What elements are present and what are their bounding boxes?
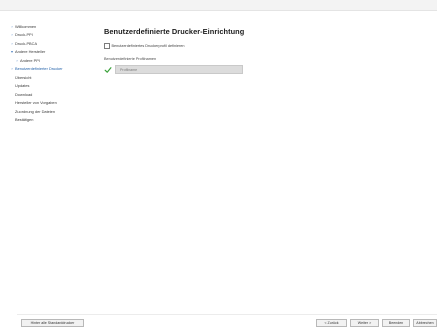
- wizard-content: Benutzerdefinierte Drucker-Einrichtung B…: [104, 27, 424, 74]
- chevron-down-icon: ▾: [10, 49, 13, 54]
- footer-divider: [17, 314, 437, 315]
- custom-profile-checkbox[interactable]: [104, 43, 110, 49]
- sidebar-item-overview[interactable]: Übersicht: [10, 73, 92, 81]
- back-button[interactable]: < Zurück: [316, 319, 347, 327]
- sidebar-item-label: Hersteller von Vorgaben: [15, 100, 57, 105]
- sidebar-item-label: Download: [15, 91, 33, 97]
- sidebar-item-label: Übersicht: [15, 74, 32, 80]
- profile-name-placeholder: Profilname: [120, 67, 138, 72]
- sidebar-item-confirm[interactable]: Bestätigen: [10, 116, 92, 124]
- custom-profile-checkbox-row[interactable]: Benutzerdefiniertes Druckerprofil defini…: [104, 42, 424, 50]
- chevron-right-icon: ›: [11, 32, 13, 37]
- chevron-right-icon: ›: [16, 57, 18, 63]
- sidebar-item-label: Willkommen: [15, 23, 37, 29]
- sidebar-item-label: Andere Hersteller: [15, 49, 46, 54]
- sidebar-item-print-pbca[interactable]: › Druck-PBCA: [10, 39, 92, 47]
- finish-button[interactable]: Beenden: [382, 319, 410, 327]
- sidebar-item-label: Updates: [15, 83, 30, 88]
- next-button[interactable]: Weiter >: [350, 319, 379, 327]
- sidebar-item-label: Benutzerdefinierter Drucker: [15, 66, 63, 71]
- sidebar-item-print-ppi[interactable]: › Druck-PPI: [10, 31, 92, 39]
- sidebar-item-custom-printer[interactable]: › Benutzerdefinierter Drucker: [10, 65, 92, 73]
- sidebar-item-label: Bestätigen: [15, 117, 34, 122]
- sidebar-item-download[interactable]: Download: [10, 90, 92, 98]
- sidebar-item-label: Andere PPI: [20, 57, 40, 63]
- sidebar-item-file-mapping[interactable]: Zuordnung der Dateien: [10, 107, 92, 115]
- chevron-right-icon: ›: [11, 40, 13, 46]
- sidebar-item-other-ppi[interactable]: › Andere PPI: [10, 56, 92, 64]
- sidebar-item-other-vendors[interactable]: ▾ Andere Hersteller: [10, 48, 92, 56]
- custom-profile-checkbox-label: Benutzerdefiniertes Druckerprofil defini…: [111, 44, 185, 48]
- page-title: Benutzerdefinierte Drucker-Einrichtung: [104, 27, 245, 36]
- sidebar-item-preset-vendors[interactable]: Hersteller von Vorgaben: [10, 99, 92, 107]
- sidebar-item-label: Druck-PPI: [15, 32, 33, 37]
- chevron-right-icon: ›: [11, 23, 13, 29]
- title-bar: [0, 0, 437, 11]
- sidebar-item-welcome[interactable]: › Willkommen: [10, 22, 92, 30]
- profile-name-input[interactable]: Profilname: [115, 65, 243, 74]
- sidebar-item-updates[interactable]: Updates: [10, 82, 92, 90]
- wizard-sidebar: › Willkommen › Druck-PPI › Druck-PBCA ▾ …: [10, 22, 92, 124]
- sidebar-item-label: Zuordnung der Dateien: [15, 108, 56, 114]
- profile-names-label: Benutzerdefinierte Profilnamen: [104, 57, 157, 61]
- profile-name-row: Profilname: [104, 65, 424, 74]
- chevron-right-icon: ›: [11, 66, 13, 71]
- cancel-button[interactable]: Abbrechen: [413, 319, 437, 327]
- checkmark-icon: [104, 66, 112, 73]
- config-button[interactable]: Hinter alle Standarddrucker: [21, 319, 84, 327]
- sidebar-item-label: Druck-PBCA: [15, 40, 38, 46]
